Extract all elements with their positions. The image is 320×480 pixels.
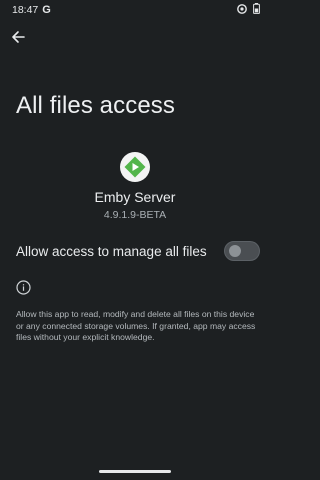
arrow-back-icon bbox=[12, 31, 25, 43]
switch-thumb bbox=[229, 245, 241, 257]
emby-play-icon bbox=[124, 156, 146, 178]
app-icon bbox=[120, 152, 150, 182]
app-name: Emby Server bbox=[94, 189, 176, 205]
allow-access-label: Allow access to manage all files bbox=[16, 243, 207, 259]
wifi-icon bbox=[236, 3, 248, 17]
info-description: Allow this app to read, modify and delet… bbox=[16, 309, 256, 343]
status-time: 18:47 bbox=[12, 4, 39, 16]
back-button[interactable] bbox=[9, 28, 27, 46]
status-bar: 18:47 G bbox=[0, 0, 270, 20]
gesture-nav-handle[interactable] bbox=[99, 470, 171, 473]
battery-icon bbox=[253, 3, 260, 17]
status-right bbox=[236, 3, 260, 17]
app-version: 4.9.1.9-BETA bbox=[103, 209, 167, 221]
allow-access-row[interactable]: Allow access to manage all files bbox=[0, 236, 270, 266]
status-left: 18:47 G bbox=[12, 4, 51, 16]
google-notification-icon: G bbox=[42, 4, 51, 16]
allow-access-switch[interactable] bbox=[224, 241, 260, 261]
info-icon bbox=[16, 280, 31, 295]
page-title: All files access bbox=[16, 92, 175, 119]
